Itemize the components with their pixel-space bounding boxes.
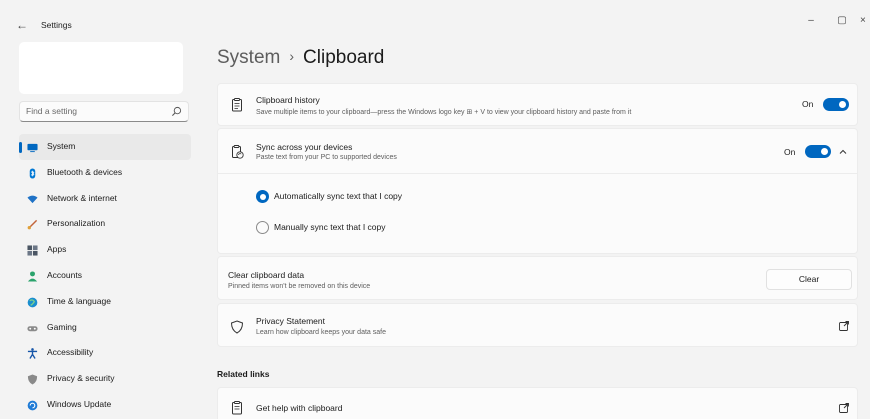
sidebar-item-label: Privacy & security bbox=[47, 373, 115, 384]
search-placeholder: Find a setting bbox=[26, 106, 78, 116]
sidebar-item-label: System bbox=[47, 141, 76, 151]
related-link-help[interactable]: Get help with clipboard bbox=[217, 387, 858, 419]
globe-icon bbox=[27, 297, 38, 308]
clear-clipboard-description: Pinned items won't be removed on this de… bbox=[228, 283, 371, 290]
clear-clipboard-card: Clear clipboard data Pinned items won't … bbox=[217, 256, 858, 300]
clipboard-icon bbox=[232, 401, 242, 415]
sidebar-item-personalization[interactable]: Personalization bbox=[19, 211, 191, 237]
wifi-icon bbox=[27, 195, 38, 203]
search-input[interactable]: Find a setting bbox=[19, 101, 189, 122]
related-links-heading: Related links bbox=[217, 369, 270, 379]
breadcrumb-separator: › bbox=[289, 48, 295, 64]
user-profile-card[interactable] bbox=[19, 42, 183, 94]
privacy-statement-title: Privacy Statement bbox=[256, 316, 325, 326]
sidebar-item-label: Accounts bbox=[47, 269, 82, 280]
privacy-statement-description: Learn how clipboard keeps your data safe bbox=[256, 329, 386, 336]
update-icon bbox=[27, 400, 38, 411]
sidebar-item-label: Network & internet bbox=[47, 192, 117, 203]
page-title: Clipboard bbox=[303, 47, 385, 68]
maximize-button[interactable]: ▢ bbox=[834, 14, 850, 28]
gamepad-icon bbox=[27, 325, 38, 331]
breadcrumb: System › Clipboard bbox=[217, 47, 384, 69]
breadcrumb-parent[interactable]: System bbox=[217, 47, 280, 68]
sidebar-item-label: Windows Update bbox=[47, 398, 112, 409]
sync-devices-card: Sync across your devices Paste text from… bbox=[217, 128, 858, 254]
clear-clipboard-title: Clear clipboard data bbox=[228, 270, 305, 280]
divider bbox=[218, 173, 857, 174]
clipboard-sync-icon bbox=[232, 145, 244, 159]
back-button[interactable]: ← bbox=[14, 17, 30, 33]
external-link-icon bbox=[839, 321, 849, 331]
sync-devices-header[interactable]: Sync across your devices Paste text from… bbox=[218, 129, 857, 173]
close-button[interactable]: × bbox=[860, 14, 870, 28]
sync-devices-state: On bbox=[784, 147, 796, 157]
clear-button[interactable]: Clear bbox=[766, 269, 852, 290]
person-icon bbox=[27, 271, 38, 282]
sidebar-item-accessibility[interactable]: Accessibility bbox=[19, 340, 191, 366]
clipboard-history-card: Clipboard history Save multiple items to… bbox=[217, 83, 858, 126]
sidebar-item-privacy-security[interactable]: Privacy & security bbox=[19, 366, 191, 392]
clipboard-history-toggle[interactable] bbox=[823, 98, 849, 111]
bluetooth-icon bbox=[29, 168, 36, 179]
sidebar-item-gaming[interactable]: Gaming bbox=[19, 315, 191, 341]
accessibility-icon bbox=[27, 348, 38, 360]
minimize-button[interactable]: – bbox=[803, 14, 819, 28]
shield-outline-icon bbox=[230, 320, 244, 334]
monitor-icon bbox=[27, 143, 38, 153]
sidebar-item-label: Gaming bbox=[47, 321, 77, 332]
search-icon bbox=[171, 106, 182, 117]
radio-manual-sync-button[interactable] bbox=[256, 221, 269, 234]
sidebar-item-bluetooth[interactable]: Bluetooth & devices bbox=[19, 160, 191, 186]
sidebar-item-label: Bluetooth & devices bbox=[47, 166, 123, 177]
app-title: Settings bbox=[41, 20, 72, 30]
apps-icon bbox=[27, 245, 38, 256]
sidebar-item-label: Apps bbox=[47, 244, 67, 255]
sync-devices-description: Paste text from your PC to supported dev… bbox=[256, 154, 397, 161]
sidebar-item-network[interactable]: Network & internet bbox=[19, 186, 191, 212]
sidebar-item-label: Time & language bbox=[47, 295, 111, 306]
sync-devices-title: Sync across your devices bbox=[256, 142, 353, 152]
title-bar: ← Settings – ▢ × bbox=[0, 0, 870, 40]
sync-devices-toggle[interactable] bbox=[805, 145, 831, 158]
related-link-label: Get help with clipboard bbox=[256, 403, 343, 413]
radio-auto-sync-button[interactable] bbox=[256, 190, 269, 203]
sidebar-item-time-language[interactable]: Time & language bbox=[19, 289, 191, 315]
sidebar-item-system[interactable]: System bbox=[19, 134, 191, 160]
radio-manual-sync-label: Manually sync text that I copy bbox=[274, 222, 386, 232]
sidebar-item-apps[interactable]: Apps bbox=[19, 237, 191, 263]
clipboard-history-title: Clipboard history bbox=[256, 95, 320, 105]
clipboard-icon bbox=[232, 98, 242, 112]
radio-auto-sync-label: Automatically sync text that I copy bbox=[274, 191, 403, 201]
sidebar-item-label: Accessibility bbox=[47, 347, 94, 358]
sidebar-item-windows-update[interactable]: Windows Update bbox=[19, 392, 191, 418]
clipboard-history-state: On bbox=[802, 99, 814, 109]
brush-icon bbox=[27, 220, 38, 230]
chevron-up-icon[interactable] bbox=[838, 147, 848, 157]
sidebar-item-accounts[interactable]: Accounts bbox=[19, 263, 191, 289]
clipboard-history-description: Save multiple items to your clipboard—pr… bbox=[256, 109, 632, 116]
privacy-statement-card[interactable]: Privacy Statement Learn how clipboard ke… bbox=[217, 303, 858, 347]
shield-icon bbox=[27, 374, 38, 385]
external-link-icon bbox=[839, 403, 849, 413]
sidebar-item-label: Personalization bbox=[47, 218, 106, 229]
sidebar-nav: System Bluetooth & devices Network & int… bbox=[19, 134, 191, 418]
